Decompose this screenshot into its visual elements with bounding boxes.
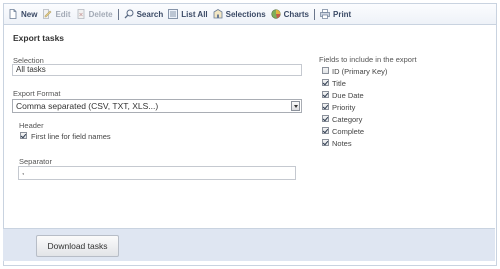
edit-icon bbox=[43, 9, 52, 19]
list-icon bbox=[168, 9, 179, 19]
charts-button[interactable]: Charts bbox=[271, 4, 309, 25]
list-all-button[interactable]: List All bbox=[168, 4, 208, 25]
new-label: New bbox=[21, 9, 38, 19]
separator-field[interactable]: , bbox=[18, 166, 296, 180]
field-label-title: Title bbox=[332, 79, 346, 88]
page-title: Export tasks bbox=[13, 33, 65, 43]
delete-label: Delete bbox=[88, 9, 113, 19]
selections-icon bbox=[213, 9, 223, 19]
selection-field[interactable]: All tasks bbox=[12, 64, 302, 76]
separator-label: Separator bbox=[19, 157, 52, 166]
chevron-down-icon[interactable] bbox=[291, 101, 300, 111]
new-button[interactable]: New bbox=[8, 4, 37, 25]
edit-label: Edit bbox=[55, 9, 71, 19]
field-checkbox-notes[interactable] bbox=[322, 139, 329, 146]
header-label: Header bbox=[19, 121, 44, 130]
printer-icon bbox=[320, 9, 330, 19]
edit-button[interactable]: Edit bbox=[42, 4, 71, 25]
search-label: Search bbox=[136, 9, 164, 19]
fields-label: Fields to include in the export bbox=[319, 55, 417, 64]
selections-button[interactable]: Selections bbox=[213, 4, 266, 25]
toolbar-divider bbox=[314, 8, 315, 20]
toolbar-divider bbox=[117, 8, 119, 20]
field-label-complete: Complete bbox=[332, 127, 365, 136]
field-label-category: Category bbox=[332, 115, 363, 124]
export-panel: New Edit Delete Search List All Selectio… bbox=[3, 3, 497, 266]
field-checkbox-title[interactable] bbox=[322, 79, 329, 86]
header-option-label: First line for field names bbox=[31, 132, 111, 141]
field-label-notes: Notes bbox=[332, 139, 352, 148]
delete-icon bbox=[77, 9, 84, 19]
print-button[interactable]: Print bbox=[320, 4, 351, 25]
field-label-id: ID (Primary Key) bbox=[332, 67, 388, 76]
list-all-label: List All bbox=[181, 9, 208, 19]
search-icon bbox=[124, 9, 134, 19]
field-checkbox-priority[interactable] bbox=[322, 103, 329, 110]
field-checkbox-due-date[interactable] bbox=[322, 91, 329, 98]
new-document-icon bbox=[9, 9, 17, 19]
selections-label: Selections bbox=[225, 9, 266, 19]
pie-chart-icon bbox=[271, 9, 281, 19]
charts-label: Charts bbox=[283, 9, 309, 19]
export-format-value: Comma separated (CSV, TXT, XLS...) bbox=[16, 101, 159, 111]
field-label-due-date: Due Date bbox=[332, 91, 364, 100]
field-checkbox-id[interactable] bbox=[322, 67, 329, 74]
form-footer: Download tasks bbox=[3, 228, 495, 261]
export-format-select[interactable]: Comma separated (CSV, TXT, XLS...) bbox=[12, 99, 302, 113]
search-button[interactable]: Search bbox=[124, 4, 164, 25]
field-label-priority: Priority bbox=[332, 103, 356, 112]
toolbar: New Edit Delete Search List All Selectio… bbox=[4, 4, 496, 25]
header-checkbox[interactable] bbox=[20, 132, 27, 139]
field-checkbox-category[interactable] bbox=[322, 115, 329, 122]
download-tasks-button[interactable]: Download tasks bbox=[36, 235, 119, 257]
delete-button[interactable]: Delete bbox=[76, 4, 113, 25]
field-checkbox-complete[interactable] bbox=[322, 127, 329, 134]
print-label: Print bbox=[333, 9, 352, 19]
export-format-label: Export Format bbox=[13, 89, 61, 98]
